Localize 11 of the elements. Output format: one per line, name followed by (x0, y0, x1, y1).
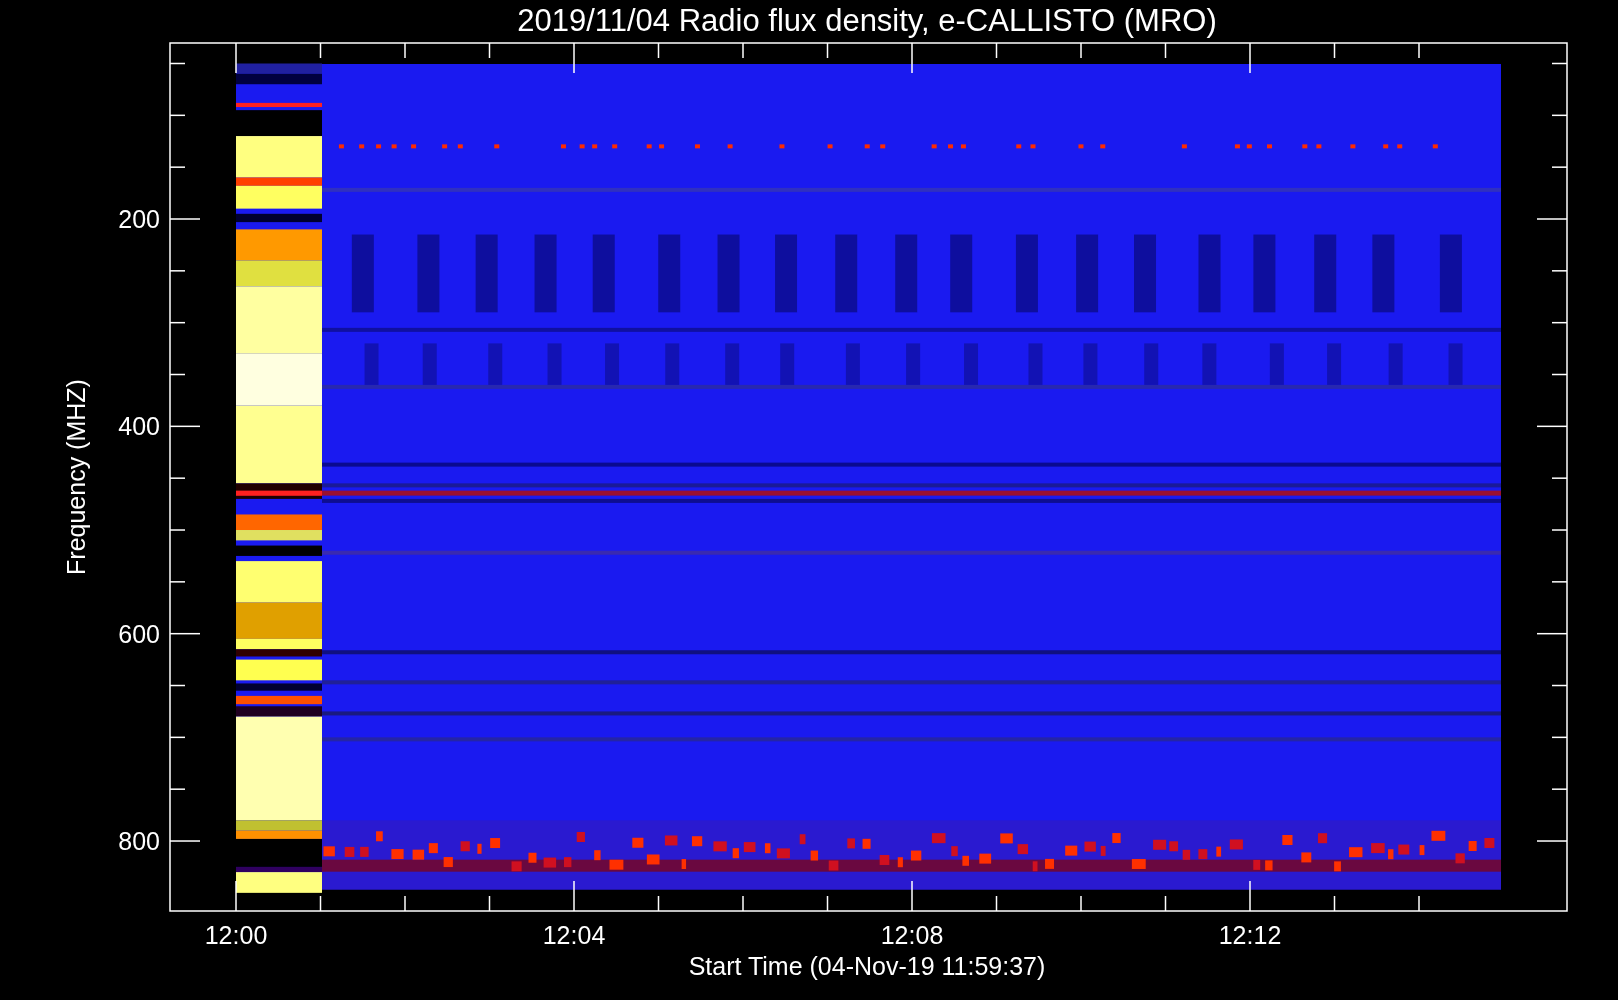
x-tick-label: 12:12 (1218, 921, 1282, 949)
y-tick-label: 600 (118, 619, 160, 648)
y-tick-label: 400 (118, 412, 160, 441)
x-tick-label: 12:04 (542, 921, 606, 949)
x-tick-label: 12:00 (204, 921, 268, 949)
x-axis-label: Start Time (04-Nov-19 11:59:37) (688, 952, 1046, 980)
y-tick-label: 800 (118, 827, 160, 855)
x-tick-label: 12:08 (880, 921, 944, 949)
plot-title: 2019/11/04 Radio flux density, e-CALLISTO (MRO) (517, 3, 1217, 38)
y-tick-label: 200 (118, 205, 160, 233)
y-axis-label: Frequency (MHZ) (62, 379, 90, 575)
